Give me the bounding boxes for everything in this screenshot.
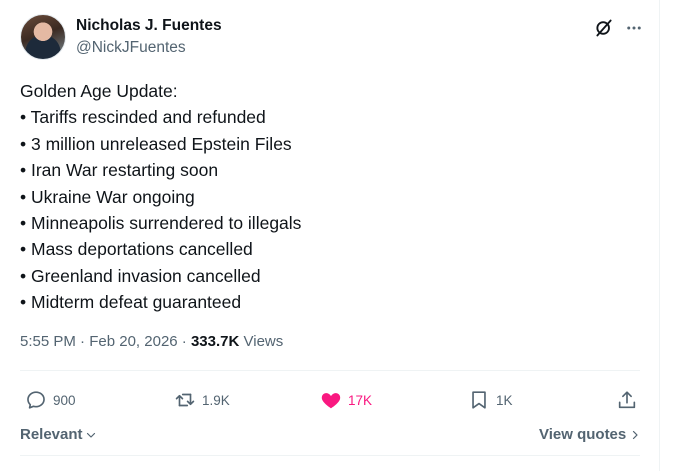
author-handle[interactable]: @NickJFuentes <box>76 39 186 57</box>
views-label: Views <box>243 333 284 350</box>
tweet-detail: Nicholas J. Fuentes @NickJFuentes Golden… <box>0 0 660 471</box>
sort-label: Relevant <box>20 426 83 443</box>
avatar[interactable] <box>20 14 66 60</box>
heart-icon <box>321 393 341 409</box>
like-button[interactable]: 17K <box>320 384 372 416</box>
retweet-icon <box>175 393 195 407</box>
meta-separator: · <box>177 333 191 350</box>
bookmark-count: 1K <box>496 392 513 408</box>
meta-separator: · <box>75 333 90 350</box>
more-button[interactable] <box>622 16 646 40</box>
view-quotes-label: View quotes <box>539 426 627 443</box>
chevron-right-icon <box>633 430 638 439</box>
action-bar: 900 1.9K 17K 1K <box>20 384 645 416</box>
chevron-down-icon <box>86 432 95 438</box>
repost-button[interactable]: 1.9K <box>174 384 230 416</box>
more-icon <box>627 26 641 30</box>
bookmark-button[interactable]: 1K <box>468 384 513 416</box>
divider <box>20 455 640 456</box>
tweet-line: • Mass deportations cancelled <box>20 239 253 260</box>
reply-icon <box>27 391 45 409</box>
tweet-line: • Greenland invasion cancelled <box>20 265 261 286</box>
grok-icon <box>596 19 612 37</box>
reply-button[interactable]: 900 <box>25 384 76 416</box>
tweet-date[interactable]: Feb 20, 2026 <box>89 333 177 350</box>
grok-button[interactable] <box>592 16 616 40</box>
tweet-text: Golden Age Update: • Tariffs rescinded a… <box>20 78 640 316</box>
repost-count: 1.9K <box>202 392 230 408</box>
author-name[interactable]: Nicholas J. Fuentes <box>76 17 222 35</box>
views-count: 333.7K <box>190 333 240 350</box>
like-count: 17K <box>348 392 373 408</box>
sort-replies-dropdown[interactable]: Relevant <box>20 426 97 443</box>
tweet-time[interactable]: 5:55 PM <box>20 333 76 350</box>
tweet-line: Golden Age Update: <box>20 81 178 101</box>
share-button[interactable] <box>616 384 638 416</box>
share-icon <box>618 391 636 409</box>
view-quotes-link[interactable]: View quotes <box>539 426 641 443</box>
tweet-line: • Ukraine War ongoing <box>20 186 195 207</box>
tweet-line: • Midterm defeat guaranteed <box>20 292 242 313</box>
tweet-line: • 3 million unreleased Epstein Files <box>20 133 292 154</box>
tweet-line: • Tariffs rescinded and refunded <box>20 107 266 128</box>
divider <box>20 370 640 371</box>
tweet-line: • Minneapolis surrendered to illegals <box>20 213 302 234</box>
tweet-line: • Iran War restarting soon <box>20 160 219 181</box>
reply-count: 900 <box>53 392 76 408</box>
tweet-meta: 5:55 PM · Feb 20, 2026 · 333.7K Views <box>20 333 283 350</box>
bookmark-icon <box>472 391 486 409</box>
